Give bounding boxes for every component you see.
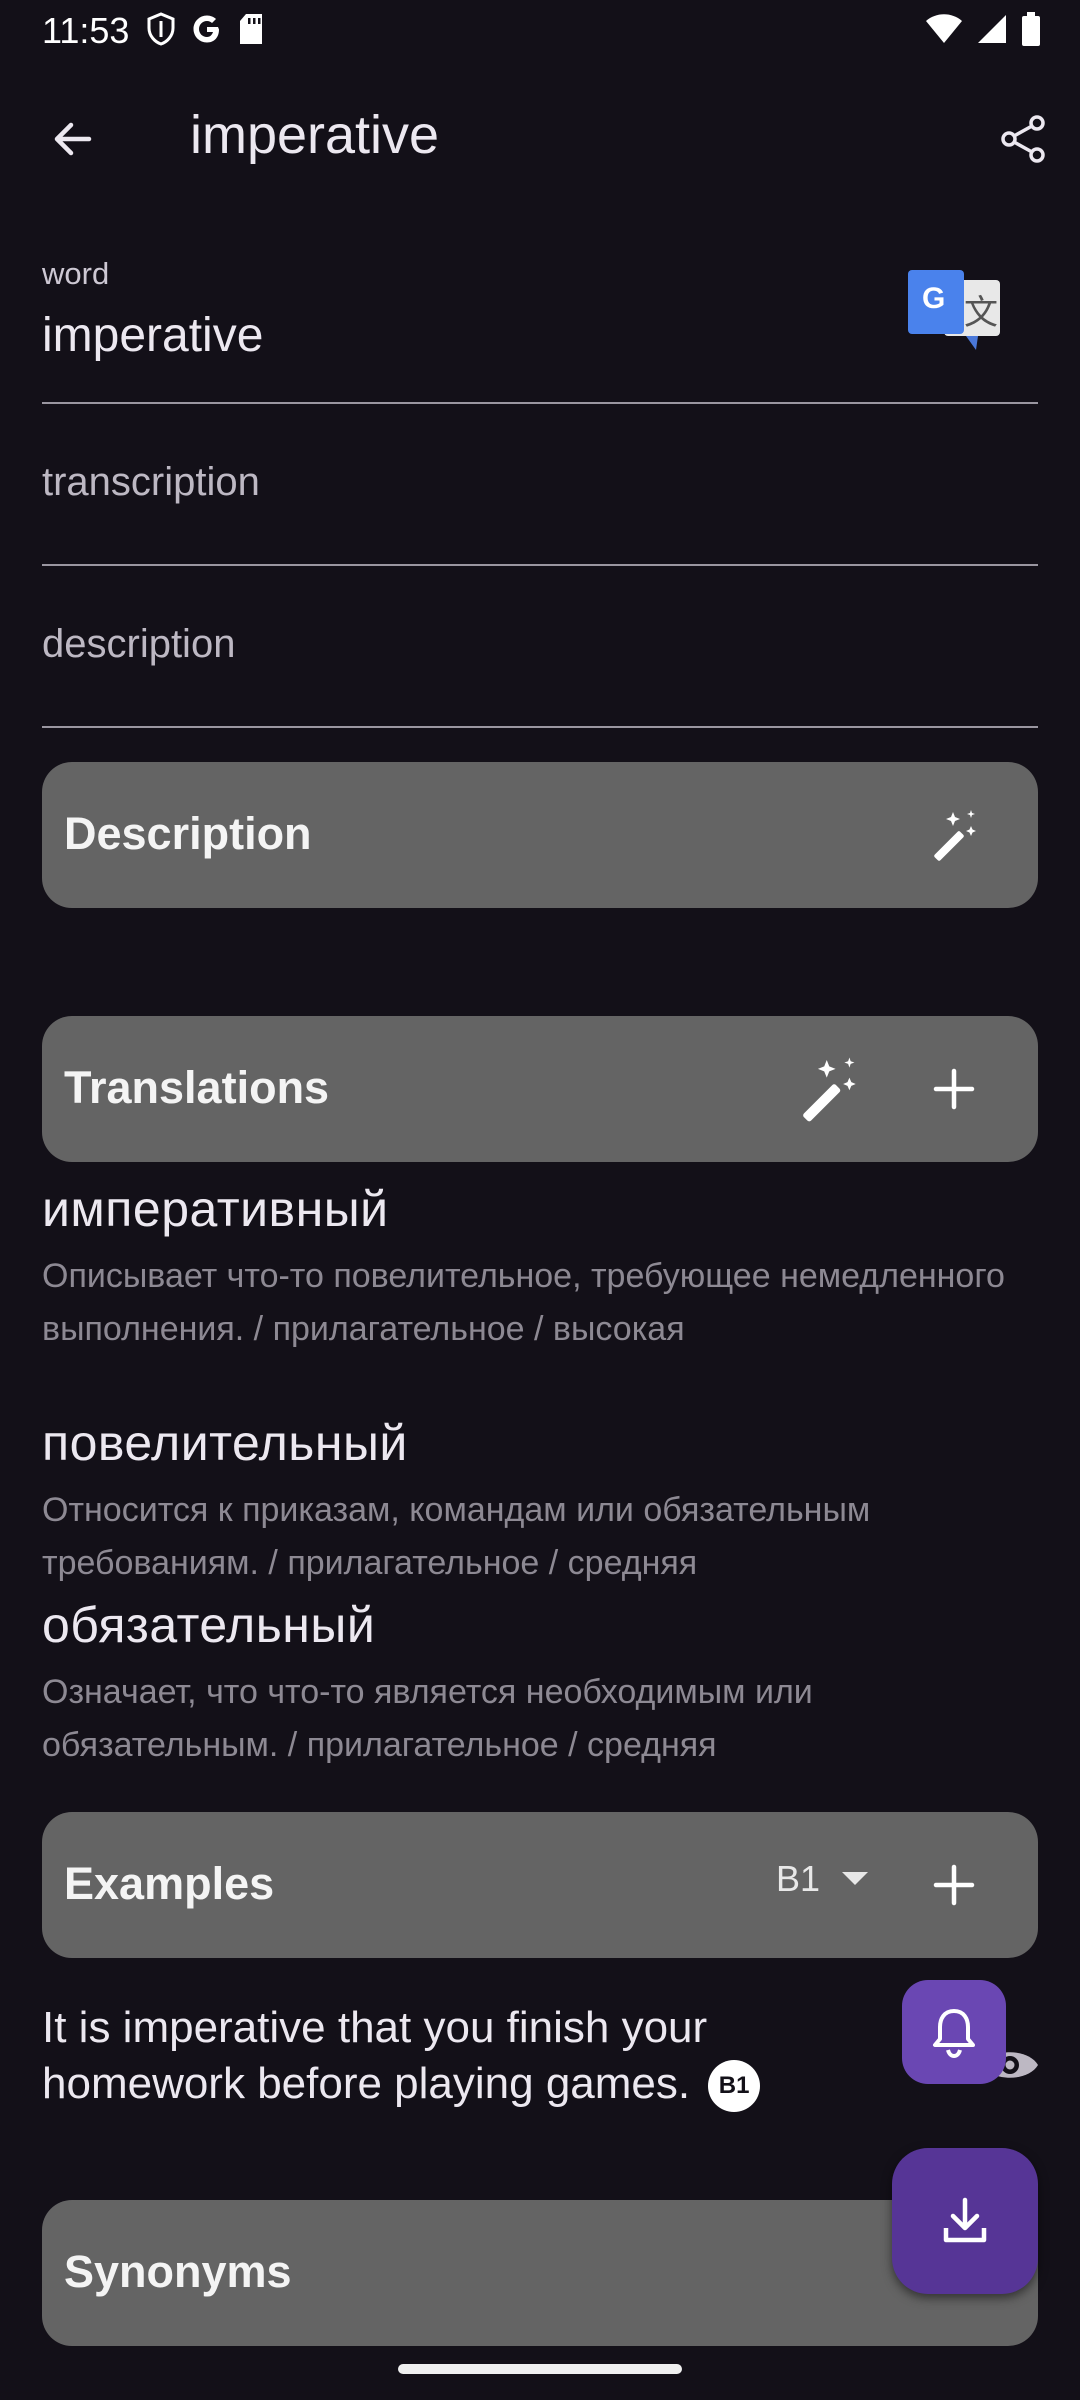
- translation-word: обязательный: [42, 1597, 376, 1653]
- synonyms-section: Synonyms: [42, 2200, 1038, 2346]
- word-field-label: word: [42, 256, 110, 291]
- word-field-value: imperative: [42, 309, 264, 362]
- translations-section: Translations: [42, 1016, 1038, 1162]
- translation-description: Описывает что-то повелительное, требующе…: [42, 1257, 1005, 1348]
- example-item[interactable]: It is imperative that you finish your ho…: [42, 2000, 862, 2113]
- bell-icon: [933, 2009, 975, 2059]
- translation-description: Относится к приказам, командам или обяза…: [42, 1491, 871, 1582]
- level-dropdown-value: B1: [775, 1858, 820, 1899]
- google-icon: [190, 12, 224, 51]
- back-button[interactable]: [36, 102, 110, 176]
- status-bar: 11:53: [0, 0, 1080, 62]
- caret-down-icon: [842, 1872, 868, 1885]
- magic-wand-icon: [803, 1057, 856, 1122]
- transcription-placeholder: transcription: [42, 460, 260, 504]
- add-translation-button[interactable]: [914, 1049, 994, 1129]
- description-placeholder: description: [42, 622, 236, 666]
- reminder-button[interactable]: [902, 1980, 1006, 2084]
- translation-word: повелительный: [42, 1415, 408, 1471]
- transcription-field[interactable]: transcription: [42, 404, 1038, 566]
- app-bar: imperative: [0, 80, 1080, 190]
- magic-wand-icon: [934, 810, 976, 861]
- generate-translations-button[interactable]: [788, 1049, 868, 1129]
- battery-icon: [1020, 12, 1042, 51]
- add-example-button[interactable]: [914, 1845, 994, 1925]
- sd-card-icon: [238, 13, 264, 50]
- svg-text:文: 文: [964, 293, 998, 333]
- shield-icon: [146, 12, 176, 51]
- examples-section-title: Examples: [64, 1858, 275, 1909]
- level-badge: B1: [708, 2060, 761, 2113]
- page-title: imperative: [190, 105, 440, 165]
- share-icon: [1001, 115, 1045, 163]
- download-icon: [943, 2197, 987, 2243]
- word-field[interactable]: word imperative G 文: [42, 240, 1038, 404]
- synonyms-section-title: Synonyms: [64, 2246, 292, 2297]
- generate-description-button[interactable]: [914, 795, 994, 875]
- plus-icon: [933, 1068, 975, 1110]
- examples-section: Examples B1: [42, 1812, 1038, 1958]
- plus-icon: [933, 1864, 975, 1906]
- translations-section-title: Translations: [64, 1062, 330, 1113]
- home-indicator[interactable]: [398, 2364, 682, 2374]
- svg-text:G: G: [922, 282, 945, 315]
- status-time: 11:53: [42, 10, 130, 51]
- download-button[interactable]: [892, 2148, 1038, 2294]
- share-button[interactable]: [986, 102, 1060, 176]
- arrow-back-icon: [54, 122, 92, 156]
- google-translate-icon: G 文: [908, 270, 1000, 350]
- translation-word: императивный: [42, 1181, 389, 1237]
- level-dropdown[interactable]: B1: [776, 1858, 868, 1900]
- description-section-title: Description: [64, 808, 312, 859]
- translation-description: Означает, что что-то является необходимы…: [42, 1673, 813, 1764]
- google-translate-button[interactable]: G 文: [906, 268, 1002, 350]
- example-text: It is imperative that you finish your ho…: [42, 2003, 708, 2108]
- signal-icon: [976, 13, 1008, 50]
- description-section: Description: [42, 762, 1038, 908]
- description-field[interactable]: description: [42, 566, 1038, 728]
- wifi-icon: [924, 13, 964, 50]
